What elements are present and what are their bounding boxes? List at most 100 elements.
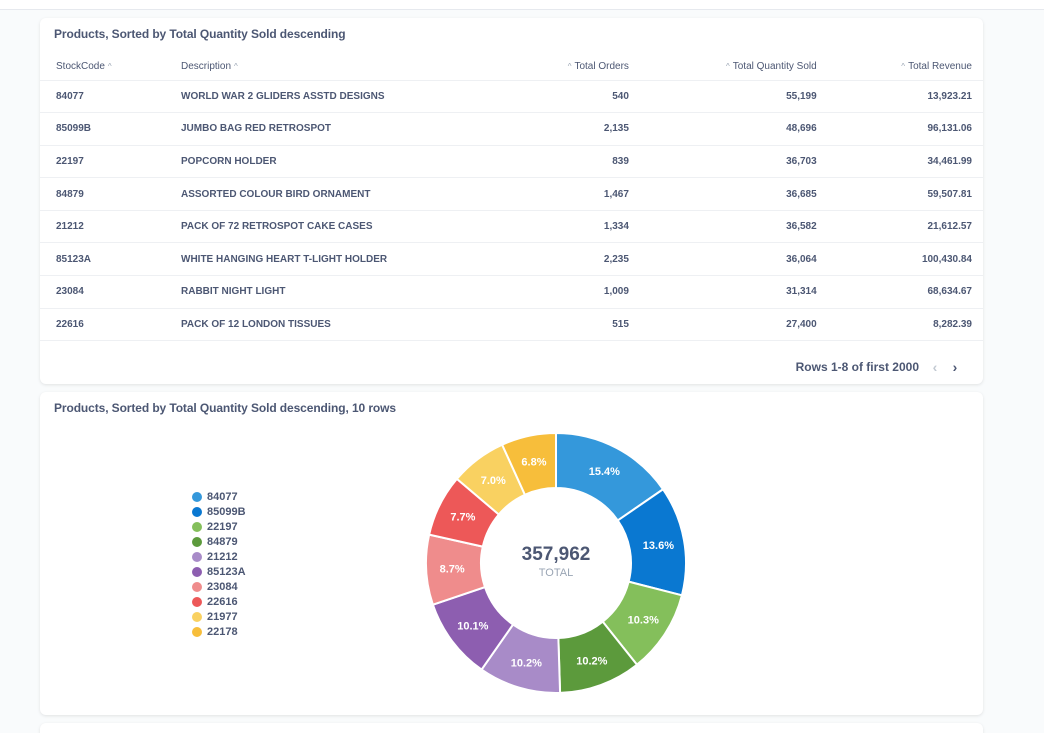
legend-dot-icon [192,506,202,517]
cell-total-orders[interactable]: 2,135 [500,112,640,146]
chart-card-title[interactable]: Products, Sorted by Total Quantity Sold … [54,401,396,415]
column-header-label: Total Quantity Sold [732,61,817,73]
cell-total-orders[interactable]: 540 [500,80,640,114]
chevron-up-icon: ^ [234,62,238,72]
donut-slice-label: 13.6% [643,540,674,552]
legend-item[interactable]: 23084 [192,579,246,594]
cell-total-revenue[interactable]: 13,923.21 [827,80,983,114]
cell-total-revenue[interactable]: 34,461.99 [827,145,983,179]
legend-label: 84077 [207,490,238,503]
cell-stockcode[interactable]: 85123A [40,242,170,277]
cell-description[interactable]: WHITE HANGING HEART T-LIGHT HOLDER [170,242,500,277]
cell-total-quantity-sold[interactable]: 36,582 [639,210,828,244]
cell-stockcode[interactable]: 85099B [40,112,170,146]
legend-item[interactable]: 22616 [192,594,246,609]
cell-total-quantity-sold[interactable]: 55,199 [639,80,828,114]
cell-total-quantity-sold[interactable]: 31,314 [639,275,828,309]
column-header-total-quantity-sold[interactable]: ^ Total Quantity Sold [639,54,828,81]
cell-total-orders[interactable]: 2,235 [500,242,640,277]
legend-label: 22616 [207,595,238,608]
legend-label: 22178 [207,625,238,638]
cell-description[interactable]: WORLD WAR 2 GLIDERS ASSTD DESIGNS [170,80,500,114]
cell-total-orders[interactable]: 1,334 [500,210,640,244]
legend-dot-icon [192,551,202,562]
chevron-left-icon[interactable]: ‹ [925,359,945,375]
legend-label: 22197 [207,520,238,533]
cell-description[interactable]: ASSORTED COLOUR BIRD ORNAMENT [170,177,500,211]
cell-total-revenue[interactable]: 68,634.67 [827,275,983,309]
column-header-label: Description [181,61,232,73]
donut-slice-label: 10.2% [511,658,542,670]
donut-slice-label: 10.1% [457,620,488,632]
pagination: Rows 1-8 of first 2000 ‹ › [796,359,965,375]
donut-center-total: 357,962 TOTAL [506,544,606,579]
table-row: 22616 PACK OF 12 LONDON TISSUES 515 27,4… [40,308,983,342]
table-row: 85099B JUMBO BAG RED RETROSPOT 2,135 48,… [40,112,983,146]
cell-stockcode[interactable]: 84077 [40,80,170,114]
legend-dot-icon [192,491,202,502]
column-header-label: Total Revenue [908,61,972,73]
donut-slice-label: 10.2% [576,656,607,668]
cell-stockcode[interactable]: 22197 [40,145,170,179]
legend-dot-icon [192,626,202,637]
legend-item[interactable]: 85123A [192,564,246,579]
cell-total-orders[interactable]: 515 [500,308,640,342]
legend-item[interactable]: 85099B [192,504,246,519]
table-row: 23084 RABBIT NIGHT LIGHT 1,009 31,314 68… [40,275,983,309]
legend-item[interactable]: 22178 [192,624,246,639]
cell-total-revenue[interactable]: 100,430.84 [827,242,983,277]
legend-item[interactable]: 21212 [192,549,246,564]
cell-total-revenue[interactable]: 21,612.57 [827,210,983,244]
cell-total-quantity-sold[interactable]: 48,696 [639,112,828,146]
legend-dot-icon [192,521,202,532]
cell-description[interactable]: JUMBO BAG RED RETROSPOT [170,112,500,146]
column-header-description[interactable]: Description ^ [170,54,500,81]
cell-stockcode[interactable]: 22616 [40,308,170,342]
column-header-stockcode[interactable]: StockCode ^ [40,54,170,81]
donut-slice-label: 8.7% [440,564,465,576]
cell-total-revenue[interactable]: 8,282.39 [827,308,983,342]
cell-description[interactable]: PACK OF 72 RETROSPOT CAKE CASES [170,210,500,244]
cell-total-revenue[interactable]: 96,131.06 [827,112,983,146]
chart-legend: 84077 85099B 22197 84879 21212 85123A 23084 226… [192,489,246,639]
column-header-label: Total Orders [574,61,629,73]
total-value: 357,962 [521,544,591,565]
column-header-total-revenue[interactable]: ^ Total Revenue [827,54,983,81]
cell-total-orders[interactable]: 1,467 [500,177,640,211]
cell-stockcode[interactable]: 23084 [40,275,170,309]
legend-item[interactable]: 22197 [192,519,246,534]
chevron-up-icon: ^ [107,62,112,72]
chevron-right-icon[interactable]: › [945,359,965,375]
cell-stockcode[interactable]: 21212 [40,210,170,244]
donut-slice-label: 7.0% [481,475,506,487]
donut-slice-label: 6.8% [521,456,546,468]
cell-total-quantity-sold[interactable]: 27,400 [639,308,828,342]
legend-item[interactable]: 84077 [192,489,246,504]
legend-label: 85099B [207,505,246,518]
cell-description[interactable]: POPCORN HOLDER [170,145,500,179]
column-header-total-orders[interactable]: ^ Total Orders [500,54,640,81]
table-row: 85123A WHITE HANGING HEART T-LIGHT HOLDE… [40,242,983,277]
cell-total-quantity-sold[interactable]: 36,064 [639,242,828,277]
legend-label: 21212 [207,550,238,563]
legend-item[interactable]: 21977 [192,609,246,624]
cell-description[interactable]: PACK OF 12 LONDON TISSUES [170,308,500,342]
table-row: 84077 WORLD WAR 2 GLIDERS ASSTD DESIGNS … [40,80,983,114]
cell-total-quantity-sold[interactable]: 36,703 [639,145,828,179]
legend-item[interactable]: 84879 [192,534,246,549]
cell-total-quantity-sold[interactable]: 36,685 [639,177,828,211]
chart-card: Products, Sorted by Total Quantity Sold … [40,392,983,715]
chevron-up-icon: ^ [901,62,906,72]
chevron-up-icon: ^ [725,62,730,72]
donut-slice-label: 15.4% [589,466,620,478]
column-header-label: StockCode [56,61,105,73]
cell-total-orders[interactable]: 839 [500,145,640,179]
cell-total-orders[interactable]: 1,009 [500,275,640,309]
top-bar [0,0,1044,10]
cell-description[interactable]: RABBIT NIGHT LIGHT [170,275,500,309]
cell-stockcode[interactable]: 84879 [40,177,170,211]
table-card-title[interactable]: Products, Sorted by Total Quantity Sold … [54,27,346,41]
chevron-up-icon: ^ [567,62,572,72]
table-row: 21212 PACK OF 72 RETROSPOT CAKE CASES 1,… [40,210,983,244]
cell-total-revenue[interactable]: 59,507.81 [827,177,983,211]
